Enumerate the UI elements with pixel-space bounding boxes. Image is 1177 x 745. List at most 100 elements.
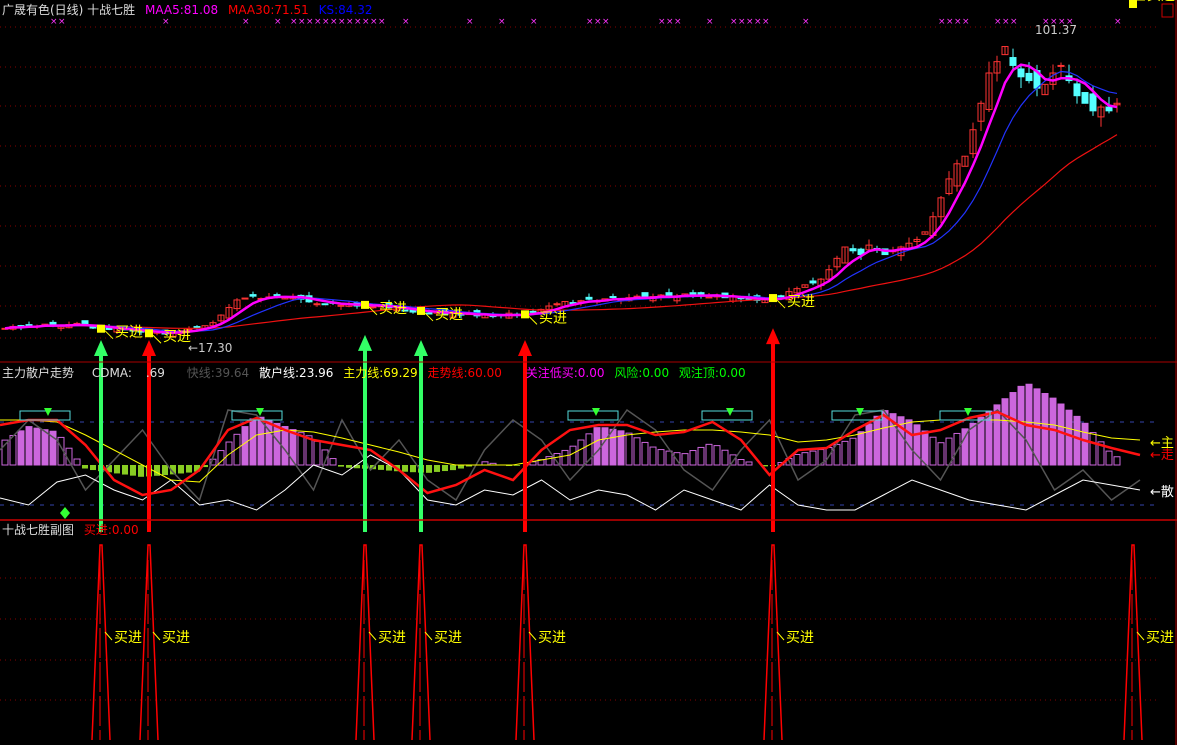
candle-down [1025, 72, 1033, 82]
histogram-bar-up [601, 427, 609, 466]
histogram-bar-up [561, 449, 569, 466]
histogram-bar-up [913, 424, 921, 466]
main-panel-title: 广晟有色(日线) 十战七胜 [2, 3, 136, 17]
histogram-bar-up [705, 443, 713, 466]
histogram-bar-down [186, 465, 192, 473]
x-mark: × [290, 17, 298, 27]
histogram-bar-up [1081, 422, 1089, 466]
candle-down [529, 310, 537, 313]
x-mark: × [954, 17, 962, 27]
histogram-bar-down [450, 465, 456, 471]
histogram-bar-up [689, 450, 697, 466]
candle-up [553, 303, 561, 306]
candle-up [369, 306, 377, 309]
histogram-bar-up [801, 452, 809, 466]
sub-buy-label: 买进 [114, 630, 142, 646]
signal-x-marks: × × × × × × × × × × × × × × × × × × × × × × × × × × × × × × × × × × × × × × × ×… [50, 17, 1122, 27]
buy-arrow-head [94, 340, 108, 356]
histogram-bar-up [281, 426, 289, 466]
histogram-bar-up [17, 430, 25, 466]
x-mark: × [658, 17, 666, 27]
buy-label: 买进 [539, 310, 567, 326]
histogram-bar-up [217, 450, 225, 466]
candlesticks [1, 46, 1121, 338]
histogram-bar-up [225, 441, 233, 466]
buy-marker-square [145, 329, 153, 338]
down-arrow-icon [592, 408, 600, 416]
buy-arrow-shaft [99, 354, 103, 532]
candle-down [321, 303, 329, 306]
x-mark: × [370, 17, 378, 27]
histogram-bar-up [721, 449, 729, 466]
histogram-bar-down [162, 465, 168, 476]
buy-label: 买进 [787, 294, 815, 310]
down-arrow-icon [964, 408, 972, 416]
buy-label: 买进 [379, 301, 407, 317]
window-restore-icon[interactable] [1161, 3, 1174, 18]
histogram-bar-down [178, 465, 184, 474]
buy-marker-pointer [104, 330, 114, 340]
buy-label: 买进 [1147, 0, 1175, 4]
candle-down [809, 280, 817, 284]
buy-arrow-head [518, 340, 532, 356]
diamond-icon [60, 507, 70, 519]
buy-marker-square [521, 310, 529, 319]
mid-indicator-panel [0, 383, 1141, 519]
x-mark: × [962, 17, 970, 27]
histogram-bar-up [921, 430, 929, 466]
histogram-bar-up [841, 440, 849, 466]
sub-panel-header: 十战七胜副图 买进:0.00 [2, 523, 145, 537]
candle-down [1009, 57, 1017, 66]
histogram-bar-up [865, 423, 873, 466]
buy-label: 买进 [115, 325, 143, 341]
histogram-bar-up [249, 418, 257, 466]
histogram-bar-down [434, 465, 440, 472]
x-mark: × [498, 17, 506, 27]
moving-average-lines [4, 63, 1118, 334]
buy-arrow-shaft [523, 354, 527, 532]
histogram-bar-up [1105, 450, 1113, 466]
histogram-bar-up [857, 431, 865, 466]
candle-down [777, 295, 785, 298]
histogram-bar-down [378, 465, 384, 470]
ma5-line [4, 63, 1118, 334]
histogram-bar-down [402, 465, 408, 472]
buy-marker-square [1129, 0, 1137, 8]
histogram-bar-up [1113, 456, 1121, 466]
top-warning-box [567, 410, 619, 421]
histogram-bar-up [1001, 398, 1009, 466]
buy-arrow-shaft [419, 354, 423, 532]
x-mark: × [314, 17, 322, 27]
histogram-bar-up [929, 436, 937, 466]
histogram-bar-up [1073, 415, 1081, 466]
maa5-value: MAA5:81.08 [145, 3, 219, 17]
maa30-value: MAA30:71.51 [227, 3, 309, 17]
histogram-bar-down [82, 465, 88, 469]
candle-up [1057, 64, 1065, 67]
sub-buy-value: 买进:0.00 [83, 523, 139, 537]
high-price-label: 101.37 [1035, 23, 1077, 37]
mid-panel-header: 主力散户走势 CDMA: .69 快线:39.64 散户线:23.96 主力线:6… [2, 366, 752, 380]
histogram-bar-up [1017, 385, 1025, 466]
sub-buy-label: 买进 [378, 630, 406, 646]
buy-arrow-head [358, 334, 372, 351]
buy-marker-square [769, 294, 777, 303]
sub-buy-label: 买进 [786, 630, 814, 646]
buy-spike [139, 544, 159, 741]
x-mark: × [402, 17, 410, 27]
histogram-bar-up [745, 461, 753, 466]
x-mark: × [706, 17, 714, 27]
top-warning-box [19, 410, 71, 421]
ks-line [4, 70, 1118, 332]
histogram-bar-down [442, 465, 448, 472]
histogram-bar-up [41, 429, 49, 466]
buy-arrow-shaft [147, 354, 151, 532]
x-mark: × [594, 17, 602, 27]
main-panel-header: 广晟有色(日线) 十战七胜 MAA5:81.08 MAA30:71.51 KS:… [2, 3, 378, 17]
histogram-bar-up [241, 426, 249, 466]
down-arrow-icon [726, 408, 734, 416]
sub-buy-label: 买进 [434, 630, 462, 646]
candle-up [241, 297, 249, 300]
watch-top-value: 观注顶:0.00 [678, 366, 746, 380]
histogram-bar-up [289, 429, 297, 466]
